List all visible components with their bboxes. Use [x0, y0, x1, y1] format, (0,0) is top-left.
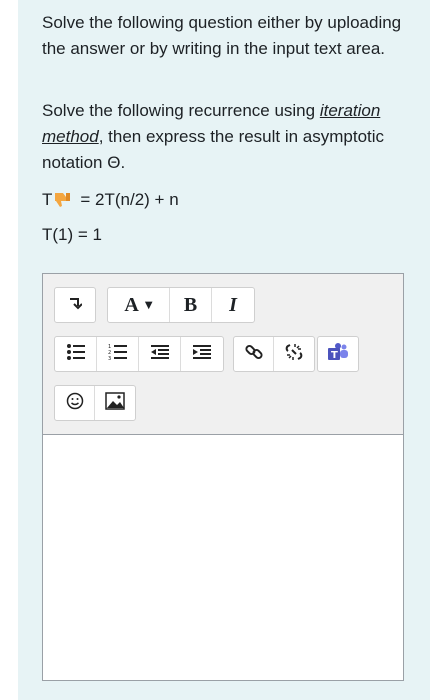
- toolbar-group-style: A ▼ B I: [107, 287, 255, 323]
- outdent-button[interactable]: [139, 337, 181, 371]
- toolbar-group-lists: 123: [54, 336, 224, 372]
- ordered-list-button[interactable]: 123: [97, 337, 139, 371]
- teams-icon: T: [327, 342, 349, 367]
- ordered-list-icon: 123: [108, 343, 128, 366]
- unordered-list-button[interactable]: [55, 337, 97, 371]
- svg-text:T: T: [331, 350, 338, 361]
- toolbar-group-collapse: [54, 287, 96, 323]
- question-prompt: Solve the following recurrence using ite…: [42, 98, 414, 176]
- svg-text:3: 3: [108, 356, 111, 361]
- emoji-icon: [66, 392, 84, 415]
- unlink-button[interactable]: [274, 337, 314, 371]
- prompt-text-before: Solve the following recurrence using: [42, 101, 320, 120]
- teams-meeting-button[interactable]: T: [318, 337, 358, 371]
- image-icon: [105, 391, 125, 415]
- toolbar-group-teams: T: [317, 336, 359, 372]
- question-intro: Solve the following question either by u…: [42, 13, 402, 58]
- paragraph-format-button[interactable]: A ▼: [108, 288, 170, 322]
- italic-button[interactable]: I: [212, 288, 254, 322]
- recurrence-equation: T = 2T(n/2) + n: [42, 187, 179, 213]
- unlink-icon: [284, 342, 304, 367]
- thumbs-down-icon: [52, 190, 72, 210]
- chevron-down-icon: ▼: [144, 299, 153, 311]
- outdent-icon: [150, 344, 170, 365]
- rich-text-editor: A ▼ B I 123 T: [42, 273, 404, 681]
- link-icon: [244, 342, 264, 367]
- link-button[interactable]: [234, 337, 274, 371]
- indent-button[interactable]: [181, 337, 223, 371]
- base-case-equation: T(1) = 1: [42, 225, 102, 244]
- editor-toolbar: A ▼ B I 123 T: [43, 274, 403, 435]
- indent-icon: [192, 344, 212, 365]
- insert-image-button[interactable]: [95, 386, 135, 420]
- unordered-list-icon: [66, 343, 86, 366]
- format-label: A: [124, 293, 139, 316]
- bold-button[interactable]: B: [170, 288, 212, 322]
- collapse-toolbar-button[interactable]: [55, 288, 95, 322]
- equation-left: T: [42, 190, 53, 209]
- toolbar-group-links: [233, 336, 315, 372]
- collapse-icon: [68, 296, 83, 315]
- emoji-button[interactable]: [55, 386, 95, 420]
- toolbar-group-media: [54, 385, 136, 421]
- equation-right: = 2T(n/2) + n: [80, 190, 179, 209]
- answer-text-area[interactable]: [43, 435, 403, 680]
